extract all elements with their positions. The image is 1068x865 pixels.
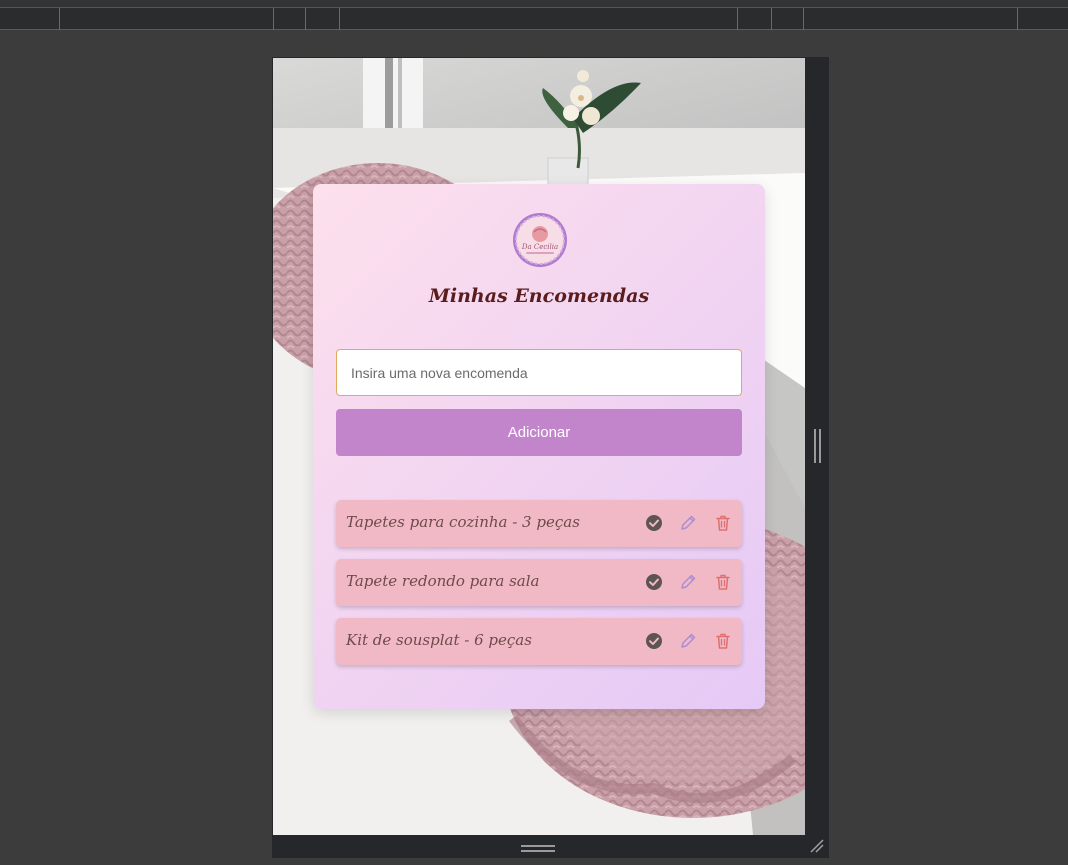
order-text: Kit de sousplat - 6 peças [346, 631, 532, 649]
trash-icon[interactable] [714, 514, 732, 532]
app-viewport: Da Cecilia Minhas Encomendas Adicionar T… [273, 58, 805, 835]
order-text: Tapete redondo para sala [346, 572, 540, 590]
devtools-toolbar [0, 8, 1068, 30]
check-circle-icon[interactable] [645, 632, 663, 650]
resize-handle-right[interactable] [814, 429, 822, 463]
toolbar-separator [273, 8, 274, 30]
pencil-icon[interactable] [679, 632, 697, 650]
check-circle-icon[interactable] [645, 514, 663, 532]
order-text: Tapetes para cozinha - 3 peças [346, 513, 580, 531]
toolbar-separator [737, 8, 738, 30]
pencil-icon[interactable] [679, 514, 697, 532]
toolbar-separator [803, 8, 804, 30]
trash-icon[interactable] [714, 573, 732, 591]
browser-top-strip [0, 0, 1068, 8]
list-item: Tapete redondo para sala [336, 559, 742, 606]
new-order-input[interactable] [336, 349, 742, 396]
toolbar-separator [1017, 8, 1018, 30]
resize-corner-icon[interactable] [809, 838, 825, 854]
resize-handle-bottom[interactable] [521, 845, 555, 853]
add-button[interactable]: Adicionar [336, 409, 742, 456]
pencil-icon[interactable] [679, 573, 697, 591]
device-frame: Da Cecilia Minhas Encomendas Adicionar T… [272, 57, 829, 858]
toolbar-separator [305, 8, 306, 30]
toolbar-separator [59, 8, 60, 30]
orders-card: Da Cecilia Minhas Encomendas Adicionar T… [313, 184, 765, 709]
list-item: Tapetes para cozinha - 3 peças [336, 500, 742, 547]
trash-icon[interactable] [714, 632, 732, 650]
page-title: Minhas Encomendas [428, 285, 650, 307]
order-list: Tapetes para cozinha - 3 peças Tapete re… [336, 500, 742, 677]
brand-logo: Da Cecilia [513, 213, 567, 267]
logo-text: Da Cecilia [521, 243, 558, 251]
check-circle-icon[interactable] [645, 573, 663, 591]
toolbar-separator [771, 8, 772, 30]
toolbar-separator [339, 8, 340, 30]
list-item: Kit de sousplat - 6 peças [336, 618, 742, 665]
